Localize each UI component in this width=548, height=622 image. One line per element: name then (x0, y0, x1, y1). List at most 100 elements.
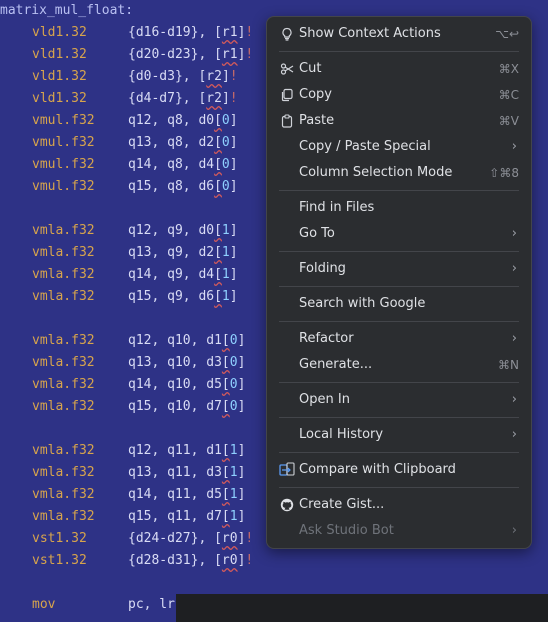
code-line[interactable]: vmla.f32 q12, q11, d1[1] (0, 440, 266, 462)
code-line[interactable]: vmla.f32 q14, q9, d4[1] (0, 264, 266, 286)
menu-item-shortcut: ⌘C (498, 88, 519, 102)
code-line[interactable]: vmla.f32 q13, q10, d3[0] (0, 352, 266, 374)
menu-item-shortcut: ⌥↩ (495, 27, 519, 41)
copy-icon (279, 82, 295, 108)
menu-item-folding[interactable]: Folding › (275, 256, 523, 282)
code-line[interactable]: vld1.32 {d4-d7}, [r2]! (0, 88, 266, 110)
instruction-mnemonic: vmul.f32 (32, 157, 95, 172)
instruction-mnemonic: vmul.f32 (32, 179, 95, 194)
instruction-mnemonic: vmla.f32 (32, 333, 95, 348)
menu-item-label: Folding (299, 261, 346, 276)
menu-item-label: Column Selection Mode (299, 165, 453, 180)
instruction-mnemonic: vld1.32 (32, 25, 87, 40)
code-line[interactable]: vst1.32 {d28-d31}, [r0]! (0, 550, 266, 572)
code-line[interactable]: vmla.f32 q15, q10, d7[0] (0, 396, 266, 418)
menu-item-cut[interactable]: Cut ⌘X (275, 56, 523, 82)
chevron-right-icon: › (511, 427, 517, 442)
menu-item-label: Show Context Actions (299, 26, 441, 41)
menu-item-label: Search with Google (299, 296, 426, 311)
instruction-mnemonic: vmla.f32 (32, 355, 95, 370)
instruction-operands: q14, q10, d5[0] (128, 377, 246, 392)
instruction-mnemonic: vmla.f32 (32, 289, 95, 304)
instruction-mnemonic: vmla.f32 (32, 509, 95, 524)
code-line[interactable]: vld1.32 {d20-d23}, [r1]! (0, 44, 266, 66)
instruction-operands: {d4-d7}, [r2]! (128, 91, 238, 106)
menu-item-label: Generate... (299, 357, 373, 372)
menu-item-label: Find in Files (299, 200, 375, 215)
code-line[interactable]: vmla.f32 q12, q9, d0[1] (0, 220, 266, 242)
menu-item-open-in[interactable]: Open In › (275, 387, 523, 413)
instruction-operands: {d20-d23}, [r1]! (128, 47, 254, 62)
menu-item-label: Ask Studio Bot (299, 523, 394, 538)
menu-item-shortcut: ⇧⌘8 (489, 166, 519, 180)
menu-item-shortcut: ⌘N (498, 358, 519, 372)
instruction-mnemonic: vmla.f32 (32, 377, 95, 392)
menu-separator (279, 251, 519, 252)
instruction-operands: pc, lr (128, 597, 175, 612)
chevron-right-icon: › (511, 392, 517, 407)
instruction-mnemonic: vmla.f32 (32, 487, 95, 502)
instruction-mnemonic: vmla.f32 (32, 267, 95, 282)
menu-item-local-history[interactable]: Local History › (275, 422, 523, 448)
menu-item-go-to[interactable]: Go To › (275, 221, 523, 247)
instruction-operands: q13, q9, d2[1] (128, 245, 238, 260)
menu-separator (279, 51, 519, 52)
chevron-right-icon: › (511, 523, 517, 538)
scissors-icon (279, 56, 295, 82)
instruction-mnemonic: vmul.f32 (32, 135, 95, 150)
instruction-operands: q14, q11, d5[1] (128, 487, 246, 502)
code-line[interactable]: vmla.f32 q15, q11, d7[1] (0, 506, 266, 528)
menu-item-compare-with-clipboard[interactable]: Compare with Clipboard (275, 457, 523, 483)
code-line[interactable]: vmla.f32 q15, q9, d6[1] (0, 286, 266, 308)
menu-item-label: Copy / Paste Special (299, 139, 431, 154)
code-line[interactable]: vld1.32 {d16-d19}, [r1]! (0, 22, 266, 44)
code-line[interactable]: vmul.f32 q13, q8, d2[0] (0, 132, 266, 154)
menu-item-column-selection-mode[interactable]: Column Selection Mode ⇧⌘8 (275, 160, 523, 186)
code-line[interactable]: vmla.f32 q14, q11, d5[1] (0, 484, 266, 506)
instruction-mnemonic: vmla.f32 (32, 245, 95, 260)
code-line[interactable]: vmul.f32 q15, q8, d6[0] (0, 176, 266, 198)
chevron-right-icon: › (511, 261, 517, 276)
menu-item-search-with-google[interactable]: Search with Google (275, 291, 523, 317)
menu-item-copy[interactable]: Copy ⌘C (275, 82, 523, 108)
code-line[interactable]: vmul.f32 q14, q8, d4[0] (0, 154, 266, 176)
instruction-operands: {d24-d27}, [r0]! (128, 531, 254, 546)
menu-separator (279, 286, 519, 287)
menu-item-refactor[interactable]: Refactor › (275, 326, 523, 352)
instruction-mnemonic: vmla.f32 (32, 465, 95, 480)
instruction-mnemonic: vld1.32 (32, 47, 87, 62)
menu-item-shortcut: ⌘X (498, 62, 519, 76)
status-bar (176, 594, 548, 622)
instruction-operands: q15, q9, d6[1] (128, 289, 238, 304)
instruction-operands: q12, q8, d0[0] (128, 113, 238, 128)
menu-item-show-context-actions[interactable]: Show Context Actions ⌥↩ (275, 21, 523, 47)
instruction-operands: q15, q11, d7[1] (128, 509, 246, 524)
menu-item-label: Go To (299, 226, 335, 241)
menu-item-paste[interactable]: Paste ⌘V (275, 108, 523, 134)
chevron-right-icon: › (511, 226, 517, 241)
menu-item-label: Refactor (299, 331, 354, 346)
menu-item-find-in-files[interactable]: Find in Files (275, 195, 523, 221)
instruction-mnemonic: mov (32, 597, 56, 612)
code-line[interactable]: vld1.32 {d0-d3}, [r2]! (0, 66, 266, 88)
instruction-operands: {d0-d3}, [r2]! (128, 69, 238, 84)
menu-item-generate[interactable]: Generate... ⌘N (275, 352, 523, 378)
menu-separator (279, 417, 519, 418)
menu-item-shortcut: ⌘V (498, 114, 519, 128)
context-menu: Show Context Actions ⌥↩ Cut ⌘X Copy ⌘C Paste ⌘V… (266, 16, 532, 549)
instruction-mnemonic: vld1.32 (32, 69, 87, 84)
instruction-operands: q13, q11, d3[1] (128, 465, 246, 480)
instruction-operands: q15, q10, d7[0] (128, 399, 246, 414)
menu-item-label: Create Gist... (299, 497, 385, 512)
code-line[interactable]: vmla.f32 q14, q10, d5[0] (0, 374, 266, 396)
instruction-operands: q12, q10, d1[0] (128, 333, 246, 348)
instruction-mnemonic: vmla.f32 (32, 399, 95, 414)
code-line[interactable]: vmla.f32 q12, q10, d1[0] (0, 330, 266, 352)
code-line[interactable]: vst1.32 {d24-d27}, [r0]! (0, 528, 266, 550)
code-line[interactable]: vmul.f32 q12, q8, d0[0] (0, 110, 266, 132)
menu-item-create-gist[interactable]: Create Gist... (275, 492, 523, 518)
code-line[interactable]: vmla.f32 q13, q11, d3[1] (0, 462, 266, 484)
code-line[interactable]: vmla.f32 q13, q9, d2[1] (0, 242, 266, 264)
menu-item-copy-paste-special[interactable]: Copy / Paste Special › (275, 134, 523, 160)
menu-separator (279, 452, 519, 453)
